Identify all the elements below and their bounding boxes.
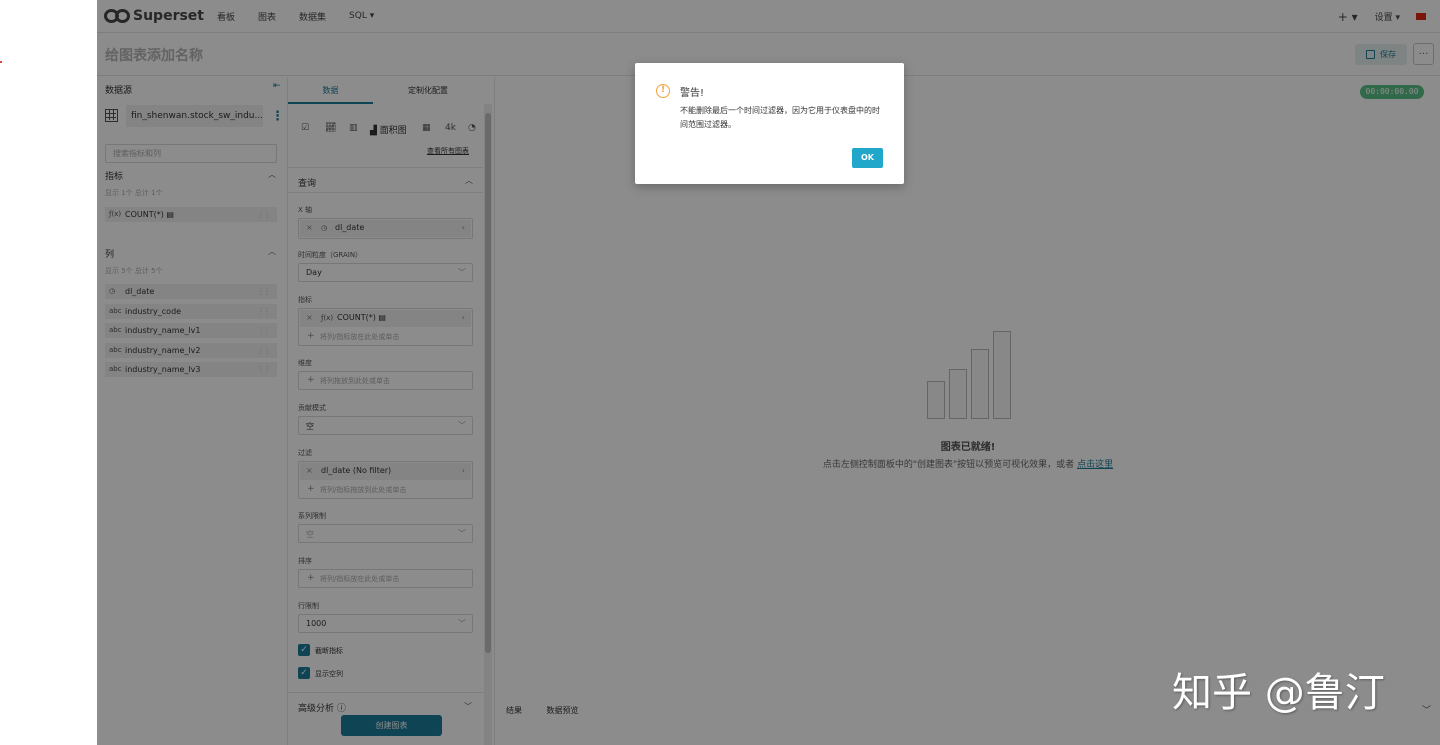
modal-message: 不能删除最后一个时间过滤器，因为它用于仪表盘中的时间范围过滤器。 [680, 106, 880, 129]
ok-button[interactable]: OK [852, 148, 883, 168]
stray-dot [0, 61, 2, 63]
warning-modal: ! 警告! 不能删除最后一个时间过滤器，因为它用于仪表盘中的时间范围过滤器。 O… [635, 63, 904, 184]
zhihu-watermark: 知乎 @鲁汀 [1172, 670, 1385, 716]
modal-title: 警告! [680, 88, 705, 99]
warning-icon: ! [656, 84, 670, 98]
